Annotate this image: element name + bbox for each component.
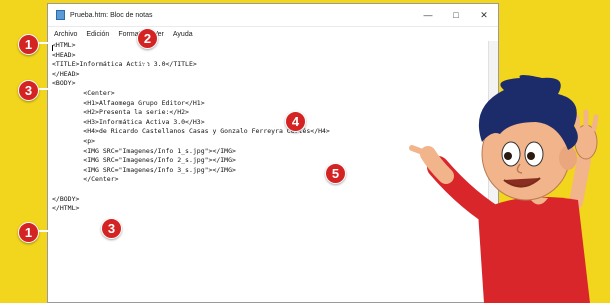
callout-marker-1: 1 <box>18 222 39 243</box>
callout-marker-3: 3 <box>18 80 39 101</box>
cartoon-boy-illustration <box>409 75 599 303</box>
callout-marker-4: 4 <box>285 111 306 132</box>
callout-marker-2: 2 <box>137 28 158 49</box>
callout-marker-1: 1 <box>18 34 39 55</box>
callout-marker-5: 5 <box>325 163 346 184</box>
callout-marker-3: 3 <box>101 218 122 239</box>
